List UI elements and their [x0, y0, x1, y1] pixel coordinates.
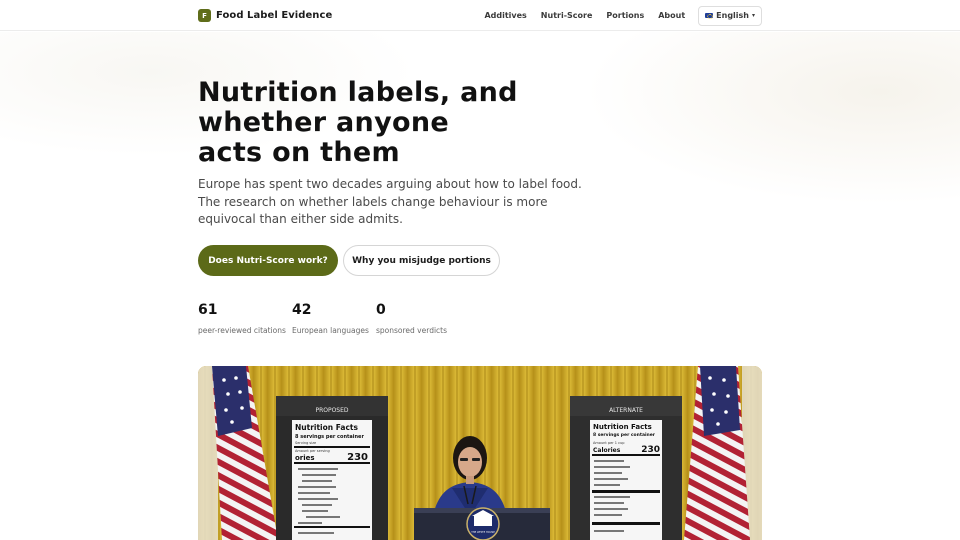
hero-lede: Europe has spent two decades arguing abo… [198, 177, 582, 226]
stat-value: 42 [292, 302, 312, 318]
brand-name: Food Label Evidence [216, 10, 333, 21]
alternate-label-board: ALTERNATE Nutrition Facts 8 servings per… [570, 396, 682, 540]
hero-photo: PROPOSED Nutrition Facts 8 servings per … [198, 366, 762, 540]
serving-size-line: Serving size [295, 441, 316, 445]
nav-link-additives[interactable]: Additives [484, 11, 526, 20]
nav-link-portions[interactable]: Portions [606, 11, 644, 20]
calories-value: 230 [347, 452, 368, 463]
calories-label: Calories [593, 447, 621, 454]
stat-citations: 61 peer-reviewed citations [198, 302, 286, 335]
brand-badge-icon: F [198, 9, 211, 22]
nav-link-about[interactable]: About [658, 11, 685, 20]
hero-title: Nutrition labels, and whether anyone act… [198, 78, 618, 168]
stat-value: 0 [376, 302, 386, 318]
press-event-illustration: PROPOSED Nutrition Facts 8 servings per … [198, 366, 762, 540]
amount-line: Amount per 1 cup [593, 441, 625, 445]
chevron-down-icon: ▾ [751, 12, 755, 19]
hero-title-line: acts on them [198, 137, 400, 168]
stat-label: sponsored verdicts [376, 326, 448, 335]
calories-value: 230 [641, 445, 660, 455]
stats-row: 61 peer-reviewed citations 42 European l… [198, 302, 468, 335]
proposed-label-board: PROPOSED Nutrition Facts 8 servings per … [276, 396, 388, 540]
stat-sponsored: 0 sponsored verdicts [376, 302, 456, 335]
stat-label: peer-reviewed citations [198, 326, 286, 335]
servings-line: 8 servings per container [295, 434, 364, 440]
nutri-score-cta-button[interactable]: Does Nutri-Score work? [198, 245, 338, 276]
language-selector[interactable]: English ▾ [698, 5, 762, 26]
servings-line: 8 servings per container [593, 432, 656, 438]
board-header: PROPOSED [315, 407, 348, 414]
stat-languages: 42 European languages [292, 302, 369, 335]
stat-value: 61 [198, 302, 218, 318]
nutrition-facts-title: Nutrition Facts [593, 423, 652, 431]
calories-label: ories [295, 454, 315, 462]
hero-title-line: whether anyone [198, 107, 449, 138]
amount-line: Amount per serving [295, 449, 330, 453]
podium-seal-text: THE WHITE HOUSE [471, 530, 495, 534]
top-navigation-bar: F Food Label Evidence Additives Nutri-Sc… [0, 0, 960, 31]
language-label: English [716, 11, 749, 20]
brand-logo-link[interactable]: F Food Label Evidence [198, 8, 332, 23]
nutrition-facts-title: Nutrition Facts [295, 423, 359, 432]
hero-title-line: Nutrition labels, and [198, 77, 518, 108]
portions-cta-button[interactable]: Why you misjudge portions [343, 245, 500, 276]
main-nav: Additives Nutri-Score Portions About Eng… [470, 0, 762, 31]
nav-link-nutri-score[interactable]: Nutri-Score [541, 11, 593, 20]
eu-flag-icon [705, 13, 714, 19]
board-header: ALTERNATE [609, 407, 643, 414]
podium: THE WHITE HOUSE [414, 507, 550, 540]
stat-label: European languages [292, 326, 369, 335]
